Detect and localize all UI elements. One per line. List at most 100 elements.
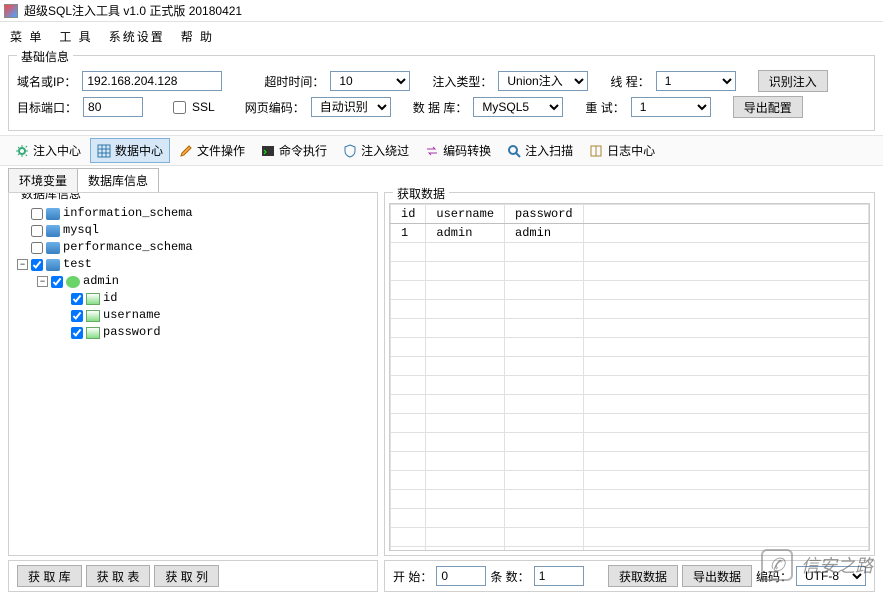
shield-icon [343, 144, 357, 158]
bottom-right-bar: 开 始： 条 数： 获取数据 导出数据 编码： UTF-8 [384, 560, 875, 592]
col-icon [86, 293, 100, 305]
identify-inject-button[interactable]: 识别注入 [758, 70, 828, 92]
tree-checkbox[interactable] [31, 242, 43, 254]
inject-type-label: 注入类型： [432, 73, 492, 90]
db-icon [46, 259, 60, 271]
tab-file-op[interactable]: 文件操作 [172, 138, 252, 163]
encoding-select[interactable]: 自动识别 [311, 97, 391, 117]
enc-label: 编码： [756, 568, 792, 585]
tree-label: id [103, 290, 117, 307]
retry-label: 重 试： [585, 99, 624, 116]
table-cell: 1 [391, 224, 426, 243]
menu-item-2[interactable]: 系统设置 [109, 28, 165, 45]
tree-node[interactable]: − test [17, 256, 369, 273]
start-label: 开 始： [393, 568, 432, 585]
tab-data-center[interactable]: 数据中心 [90, 138, 170, 163]
ssl-checkbox[interactable] [173, 101, 186, 114]
database-label: 数 据 库： [413, 99, 468, 116]
fetch-btn-0[interactable]: 获 取 库 [17, 565, 82, 587]
port-input[interactable] [83, 97, 143, 117]
tab-inject-center[interactable]: 注入中心 [8, 138, 88, 163]
tab-label: 注入绕过 [361, 142, 409, 159]
retry-select[interactable]: 1 [631, 97, 711, 117]
app-icon [4, 4, 18, 18]
tree-checkbox[interactable] [31, 225, 43, 237]
domain-label: 域名或IP： [17, 73, 76, 90]
column-header[interactable]: username [426, 205, 505, 224]
db-icon [46, 208, 60, 220]
col-icon [86, 327, 100, 339]
subtab-1[interactable]: 数据库信息 [77, 168, 159, 192]
tree-label: mysql [63, 222, 99, 239]
menu-item-3[interactable]: 帮 助 [181, 28, 214, 45]
subtab-0[interactable]: 环境变量 [8, 168, 78, 192]
domain-input[interactable] [82, 71, 222, 91]
data-grid-legend: 获取数据 [393, 185, 449, 202]
tree-node[interactable]: username [17, 307, 369, 324]
tree-label: admin [83, 273, 119, 290]
export-data-button[interactable]: 导出数据 [682, 565, 752, 587]
tree-checkbox[interactable] [71, 293, 83, 305]
fetch-data-button[interactable]: 获取数据 [608, 565, 678, 587]
start-input[interactable] [436, 566, 486, 586]
grid-icon [97, 144, 111, 158]
tab-enc-convert[interactable]: 编码转换 [418, 138, 498, 163]
menu-item-0[interactable]: 菜 单 [10, 28, 43, 45]
tree-node[interactable]: performance_schema [17, 239, 369, 256]
count-input[interactable] [534, 566, 584, 586]
tree-label: username [103, 307, 161, 324]
menubar: 菜 单工 具系统设置帮 助 [0, 22, 883, 51]
column-header[interactable]: id [391, 205, 426, 224]
tab-cmd-exec[interactable]: 命令执行 [254, 138, 334, 163]
tab-inject-scan[interactable]: 注入扫描 [500, 138, 580, 163]
db-tree[interactable]: information_schemamysqlperformance_schem… [13, 203, 373, 343]
data-grid[interactable]: idusernamepassword1adminadmin [389, 203, 870, 551]
basic-legend: 基础信息 [17, 48, 73, 65]
db-tree-legend: 数据库信息 [17, 192, 85, 202]
port-label: 目标端口： [17, 99, 77, 116]
db-tree-panel: 数据库信息 information_schemamysqlperformance… [8, 192, 378, 556]
column-header[interactable]: password [505, 205, 584, 224]
timeout-select[interactable]: 10 [330, 71, 410, 91]
swap-icon [425, 144, 439, 158]
tree-node[interactable]: information_schema [17, 205, 369, 222]
menu-item-1[interactable]: 工 具 [59, 28, 92, 45]
tab-log-center[interactable]: 日志中心 [582, 138, 662, 163]
tab-inject-bypass[interactable]: 注入绕过 [336, 138, 416, 163]
table-row[interactable]: 1adminadmin [391, 224, 869, 243]
inject-type-select[interactable]: Union注入 [498, 71, 588, 91]
tab-label: 文件操作 [197, 142, 245, 159]
tree-toggle-icon[interactable]: − [37, 276, 48, 287]
fetch-btn-1[interactable]: 获 取 表 [86, 565, 151, 587]
count-label: 条 数： [490, 568, 529, 585]
tree-label: information_schema [63, 205, 193, 222]
tab-label: 数据中心 [115, 142, 163, 159]
tree-checkbox[interactable] [71, 310, 83, 322]
titlebar: 超级SQL注入工具 v1.0 正式版 20180421 [0, 0, 883, 22]
export-config-button[interactable]: 导出配置 [733, 96, 803, 118]
tree-checkbox[interactable] [31, 208, 43, 220]
tree-checkbox[interactable] [31, 259, 43, 271]
tree-label: password [103, 324, 161, 341]
tree-node[interactable]: password [17, 324, 369, 341]
data-grid-panel: 获取数据 idusernamepassword1adminadmin [384, 192, 875, 556]
tree-node[interactable]: mysql [17, 222, 369, 239]
tree-checkbox[interactable] [51, 276, 63, 288]
book-icon [589, 144, 603, 158]
enc-select[interactable]: UTF-8 [796, 566, 866, 586]
thread-select[interactable]: 1 [656, 71, 736, 91]
fetch-btn-2[interactable]: 获 取 列 [154, 565, 219, 587]
table-cell: admin [426, 224, 505, 243]
tree-checkbox[interactable] [71, 327, 83, 339]
thread-label: 线 程： [610, 73, 649, 90]
tree-node[interactable]: id [17, 290, 369, 307]
tree-toggle-icon[interactable]: − [17, 259, 28, 270]
window-title: 超级SQL注入工具 v1.0 正式版 20180421 [24, 2, 242, 19]
db-icon [46, 242, 60, 254]
tbl-icon [66, 276, 80, 288]
tree-label: test [63, 256, 92, 273]
database-select[interactable]: MySQL5 [473, 97, 563, 117]
basic-info-group: 基础信息 域名或IP： 超时时间： 10 注入类型： Union注入 线 程： … [8, 55, 875, 131]
tree-node[interactable]: − admin [17, 273, 369, 290]
terminal-icon [261, 144, 275, 158]
